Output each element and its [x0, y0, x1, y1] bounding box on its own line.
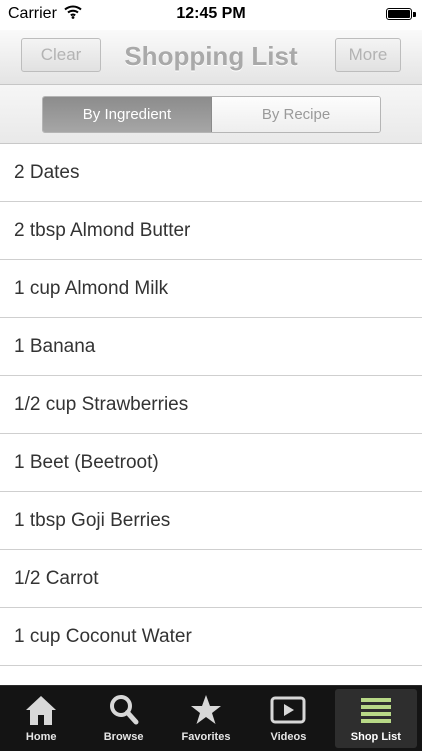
segment-toolbar: By Ingredient By Recipe — [0, 85, 422, 144]
play-icon — [247, 693, 329, 729]
navigation-bar: Clear Shopping List More — [0, 30, 422, 85]
list-item[interactable]: 1 cup Almond Milk — [0, 260, 422, 318]
list-item[interactable]: 2 tbsp Almond Butter — [0, 202, 422, 260]
search-icon — [82, 693, 164, 729]
tab-home-label: Home — [25, 731, 57, 743]
star-icon — [165, 693, 247, 729]
battery-tip — [413, 12, 416, 17]
more-button[interactable]: More — [335, 38, 401, 72]
tab-favorites-label: Favorites — [181, 731, 231, 743]
list-item[interactable]: 1 tbsp Goji Berries — [0, 492, 422, 550]
tab-bar: Home Browse Favorites Videos Shop List — [0, 685, 422, 751]
list-item[interactable]: 1 Banana — [0, 318, 422, 376]
tab-shop-list[interactable]: Shop List — [334, 689, 418, 748]
tab-videos[interactable]: Videos — [247, 686, 329, 751]
shopping-list[interactable]: 2 Dates 2 tbsp Almond Butter 1 cup Almon… — [0, 144, 422, 685]
tab-shop-list-label: Shop List — [350, 731, 401, 743]
status-time: 12:45 PM — [176, 5, 246, 22]
tab-videos-label: Videos — [270, 731, 307, 743]
tab-browse[interactable]: Browse — [82, 686, 164, 751]
segment-by-recipe[interactable]: By Recipe — [212, 97, 380, 132]
list-item[interactable]: 2 Dates — [0, 144, 422, 202]
tab-home[interactable]: Home — [0, 686, 82, 751]
battery-icon — [386, 8, 412, 20]
list-item[interactable] — [0, 666, 422, 685]
list-item[interactable]: 1/2 cup Strawberries — [0, 376, 422, 434]
segment-by-ingredient[interactable]: By Ingredient — [43, 97, 212, 132]
view-mode-segmented-control: By Ingredient By Recipe — [42, 96, 381, 133]
list-icon — [335, 693, 417, 729]
tab-favorites[interactable]: Favorites — [165, 686, 247, 751]
list-item[interactable]: 1 cup Coconut Water — [0, 608, 422, 666]
home-icon — [0, 693, 82, 729]
list-item[interactable]: 1 Beet (Beetroot) — [0, 434, 422, 492]
list-item[interactable]: 1/2 Carrot — [0, 550, 422, 608]
tab-browse-label: Browse — [103, 731, 144, 743]
status-bar: Carrier 12:45 PM — [0, 0, 422, 30]
